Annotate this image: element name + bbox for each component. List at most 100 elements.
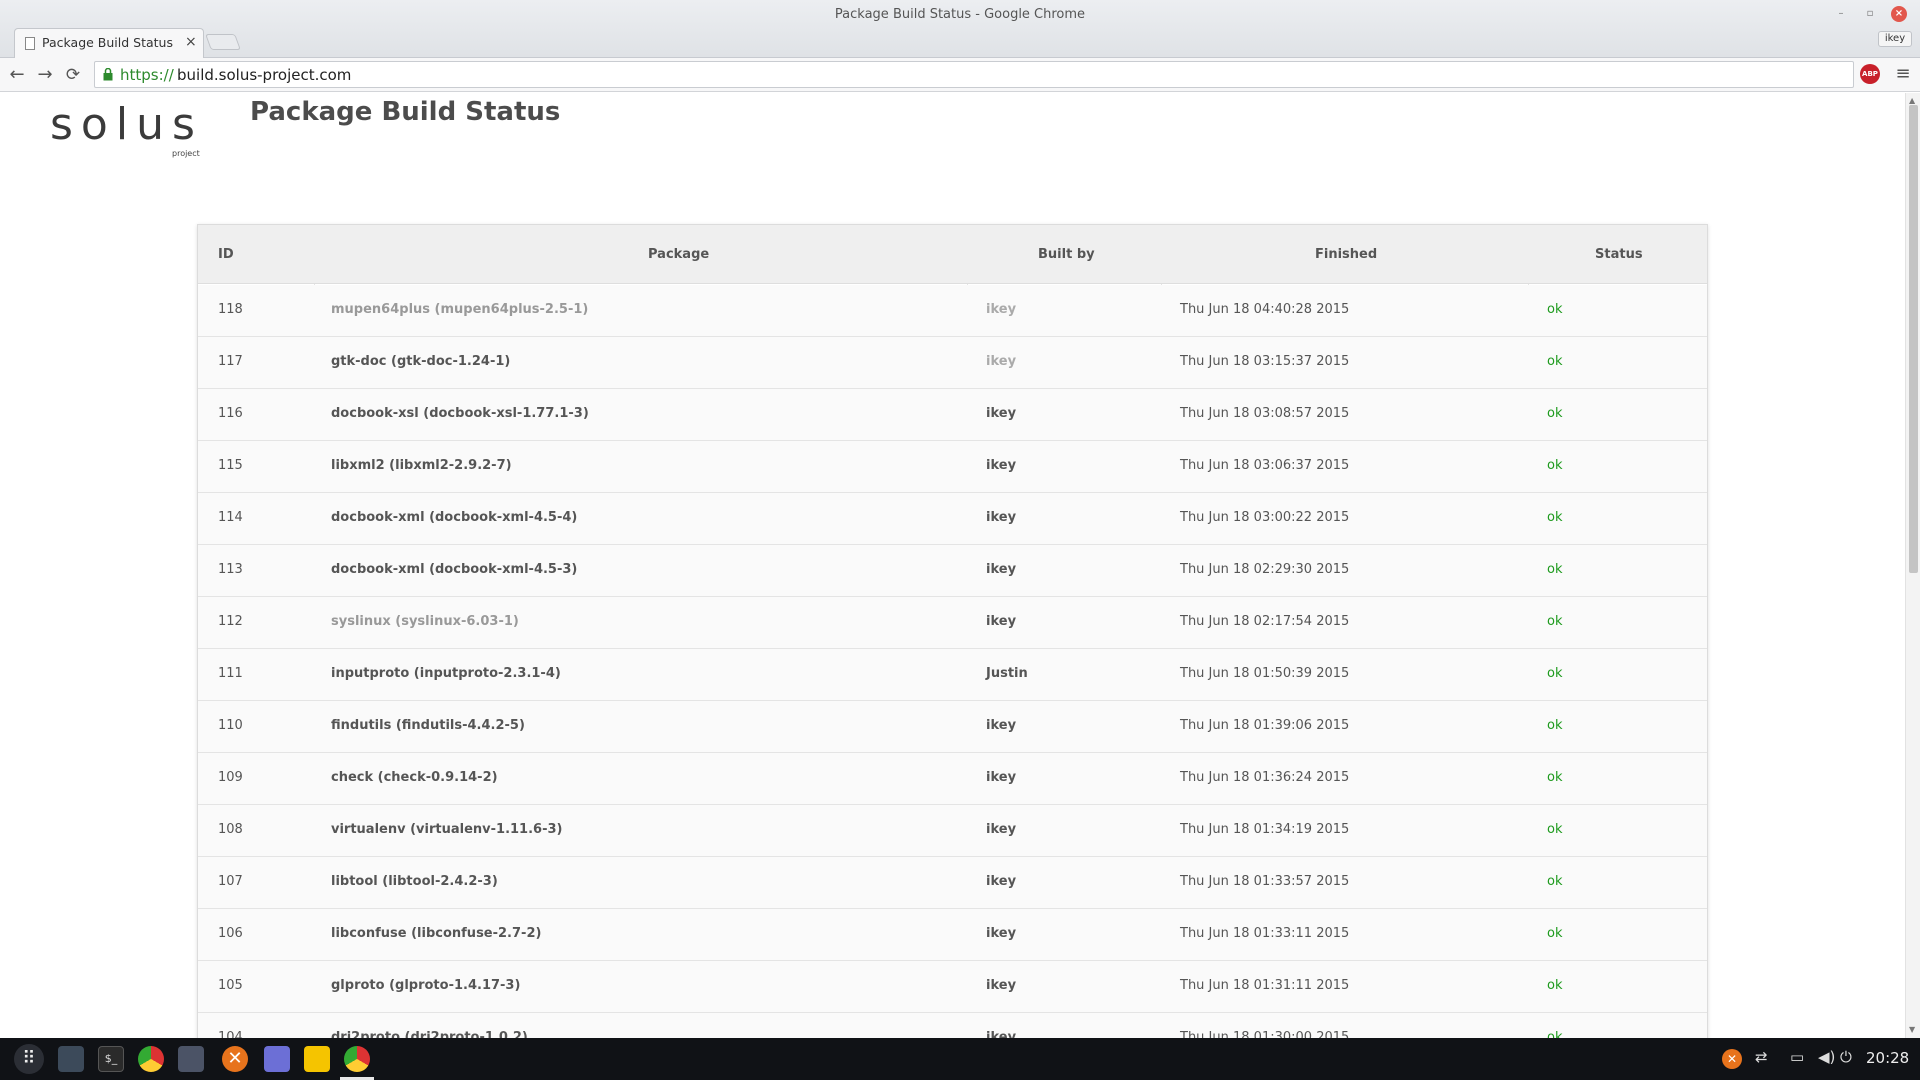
- row-package-link[interactable]: gtk-doc (gtk-doc-1.24-1): [331, 354, 510, 369]
- table-row[interactable]: 115 libxml2 (libxml2-2.9.2-7) ikey Thu Jun …: [198, 441, 1707, 493]
- row-finished: Thu Jun 18 03:00:22 2015: [1180, 510, 1350, 525]
- table-row[interactable]: 118 mupen64plus (mupen64plus-2.5-1) ikey Th…: [198, 285, 1707, 337]
- table-row[interactable]: 113 docbook-xml (docbook-xml-4.5-3) ikey Th…: [198, 545, 1707, 597]
- table-row[interactable]: 107 libtool (libtool-2.4.2-3) ikey Thu Jun …: [198, 857, 1707, 909]
- row-built-by: ikey: [986, 406, 1017, 421]
- notifications-icon[interactable]: ▭: [1790, 1048, 1804, 1066]
- adblock-extension-icon[interactable]: ABP: [1860, 64, 1880, 84]
- row-package-link[interactable]: syslinux (syslinux-6.03-1): [331, 614, 519, 629]
- mail-app-icon[interactable]: [178, 1046, 204, 1072]
- lock-icon: [103, 68, 113, 81]
- table-row[interactable]: 114 docbook-xml (docbook-xml-4.5-4) ikey Th…: [198, 493, 1707, 545]
- url-host: build.solus-project.com: [177, 66, 352, 84]
- row-built-by: Justin: [986, 666, 1028, 681]
- row-id: 116: [218, 406, 243, 421]
- scrollbar-thumb[interactable]: [1909, 105, 1918, 573]
- minimize-button[interactable]: –: [1833, 6, 1849, 22]
- page-title: Package Build Status: [250, 97, 561, 127]
- row-finished: Thu Jun 18 03:08:57 2015: [1180, 406, 1350, 421]
- row-finished: Thu Jun 18 01:31:11 2015: [1180, 978, 1350, 993]
- new-tab-button[interactable]: [205, 34, 241, 50]
- row-package-link[interactable]: docbook-xml (docbook-xml-4.5-3): [331, 562, 577, 577]
- table-row[interactable]: 104 dri2proto (dri2proto-1.0.2) ikey Thu Ju…: [198, 1013, 1707, 1038]
- row-id: 112: [218, 614, 243, 629]
- text-editor-app-icon[interactable]: [264, 1046, 290, 1072]
- address-bar[interactable]: https:// build.solus-project.com ☆: [94, 61, 1854, 88]
- column-header-id[interactable]: ID: [218, 247, 234, 262]
- build-table: ID Package Built by Finished Status 118 m…: [197, 224, 1708, 1038]
- row-finished: Thu Jun 18 01:50:39 2015: [1180, 666, 1350, 681]
- hexchat-app-icon[interactable]: ✕: [222, 1046, 248, 1072]
- close-tab-icon[interactable]: ×: [185, 34, 197, 50]
- table-header: ID Package Built by Finished Status: [198, 225, 1707, 284]
- table-row[interactable]: 111 inputproto (inputproto-2.3.1-4) Justin…: [198, 649, 1707, 701]
- row-built-by: ikey: [986, 302, 1017, 317]
- table-row[interactable]: 106 libconfuse (libconfuse-2.7-2) ikey Thu …: [198, 909, 1707, 961]
- row-id: 107: [218, 874, 243, 889]
- column-header-status[interactable]: Status: [1595, 247, 1643, 262]
- logo-subtext: project: [172, 149, 200, 158]
- hexchat-tray-icon[interactable]: ✕: [1722, 1049, 1742, 1069]
- forward-arrow-icon[interactable]: →: [32, 62, 58, 88]
- maximize-button[interactable]: ▫: [1862, 6, 1878, 22]
- row-package-link[interactable]: inputproto (inputproto-2.3.1-4): [331, 666, 561, 681]
- row-id: 108: [218, 822, 243, 837]
- app-launcher-icon[interactable]: ⠿: [14, 1044, 44, 1074]
- power-icon[interactable]: ⏻: [1840, 1048, 1852, 1066]
- table-row[interactable]: 109 check (check-0.9.14-2) ikey Thu Jun 18 …: [198, 753, 1707, 805]
- column-header-built-by[interactable]: Built by: [1038, 247, 1095, 262]
- tab-title: Package Build Status: [42, 35, 173, 50]
- row-finished: Thu Jun 18 01:39:06 2015: [1180, 718, 1350, 733]
- row-status: ok: [1547, 354, 1563, 369]
- row-finished: Thu Jun 18 01:33:11 2015: [1180, 926, 1350, 941]
- tab-package-build-status[interactable]: Package Build Status ×: [14, 28, 204, 58]
- logo-text: solus: [50, 99, 203, 150]
- row-built-by: ikey: [986, 822, 1017, 837]
- chrome-active-window-icon[interactable]: [344, 1046, 370, 1072]
- row-package-link[interactable]: check (check-0.9.14-2): [331, 770, 498, 785]
- scroll-down-arrow-icon[interactable]: ▼: [1909, 1025, 1915, 1034]
- table-row[interactable]: 112 syslinux (syslinux-6.03-1) ikey Thu Jun…: [198, 597, 1707, 649]
- row-built-by: ikey: [986, 354, 1017, 369]
- row-status: ok: [1547, 302, 1563, 317]
- screenshot-app-icon[interactable]: [58, 1046, 84, 1072]
- column-header-package[interactable]: Package: [648, 247, 709, 262]
- row-package-link[interactable]: findutils (findutils-4.4.2-5): [331, 718, 525, 733]
- row-built-by: ikey: [986, 614, 1017, 629]
- table-row[interactable]: 105 glproto (glproto-1.4.17-3) ikey Thu Jun…: [198, 961, 1707, 1013]
- vertical-scrollbar[interactable]: ▲ ▼: [1905, 93, 1920, 1038]
- row-status: ok: [1547, 926, 1563, 941]
- column-header-finished[interactable]: Finished: [1315, 247, 1377, 262]
- table-row[interactable]: 117 gtk-doc (gtk-doc-1.24-1) ikey Thu Jun 1…: [198, 337, 1707, 389]
- row-package-link[interactable]: docbook-xsl (docbook-xsl-1.77.1-3): [331, 406, 589, 421]
- terminal-app-icon[interactable]: $_: [98, 1046, 124, 1072]
- row-package-link[interactable]: dri2proto (dri2proto-1.0.2): [331, 1030, 528, 1038]
- reload-icon[interactable]: ⟳: [60, 62, 86, 88]
- row-id: 117: [218, 354, 243, 369]
- table-row[interactable]: 108 virtualenv (virtualenv-1.11.6-3) ikey T…: [198, 805, 1707, 857]
- row-package-link[interactable]: libxml2 (libxml2-2.9.2-7): [331, 458, 512, 473]
- row-built-by: ikey: [986, 926, 1017, 941]
- close-window-button[interactable]: ×: [1891, 6, 1907, 22]
- network-icon[interactable]: ⇄: [1755, 1048, 1768, 1066]
- row-finished: Thu Jun 18 03:15:37 2015: [1180, 354, 1350, 369]
- chrome-app-icon[interactable]: [138, 1046, 164, 1072]
- row-package-link[interactable]: libtool (libtool-2.4.2-3): [331, 874, 498, 889]
- scroll-up-arrow-icon[interactable]: ▲: [1909, 96, 1915, 105]
- table-row[interactable]: 116 docbook-xsl (docbook-xsl-1.77.1-3) ike…: [198, 389, 1707, 441]
- volume-icon[interactable]: ◀): [1818, 1048, 1835, 1066]
- browser-window: Package Build Status - Google Chrome – ▫…: [0, 0, 1920, 1038]
- solus-logo: solus project: [50, 99, 210, 158]
- music-app-icon[interactable]: [304, 1046, 330, 1072]
- row-package-link[interactable]: glproto (glproto-1.4.17-3): [331, 978, 520, 993]
- table-row[interactable]: 110 findutils (findutils-4.4.2-5) ikey Thu …: [198, 701, 1707, 753]
- browser-toolbar: ← → ⟳ https:// build.solus-project.com ☆…: [0, 58, 1920, 92]
- row-package-link[interactable]: virtualenv (virtualenv-1.11.6-3): [331, 822, 562, 837]
- row-package-link[interactable]: docbook-xml (docbook-xml-4.5-4): [331, 510, 577, 525]
- menu-icon[interactable]: ≡: [1895, 64, 1911, 84]
- row-package-link[interactable]: mupen64plus (mupen64plus-2.5-1): [331, 302, 588, 317]
- back-arrow-icon[interactable]: ←: [4, 62, 30, 88]
- clock[interactable]: 20:28: [1866, 1049, 1909, 1067]
- profile-button[interactable]: ikey: [1878, 31, 1912, 47]
- row-package-link[interactable]: libconfuse (libconfuse-2.7-2): [331, 926, 541, 941]
